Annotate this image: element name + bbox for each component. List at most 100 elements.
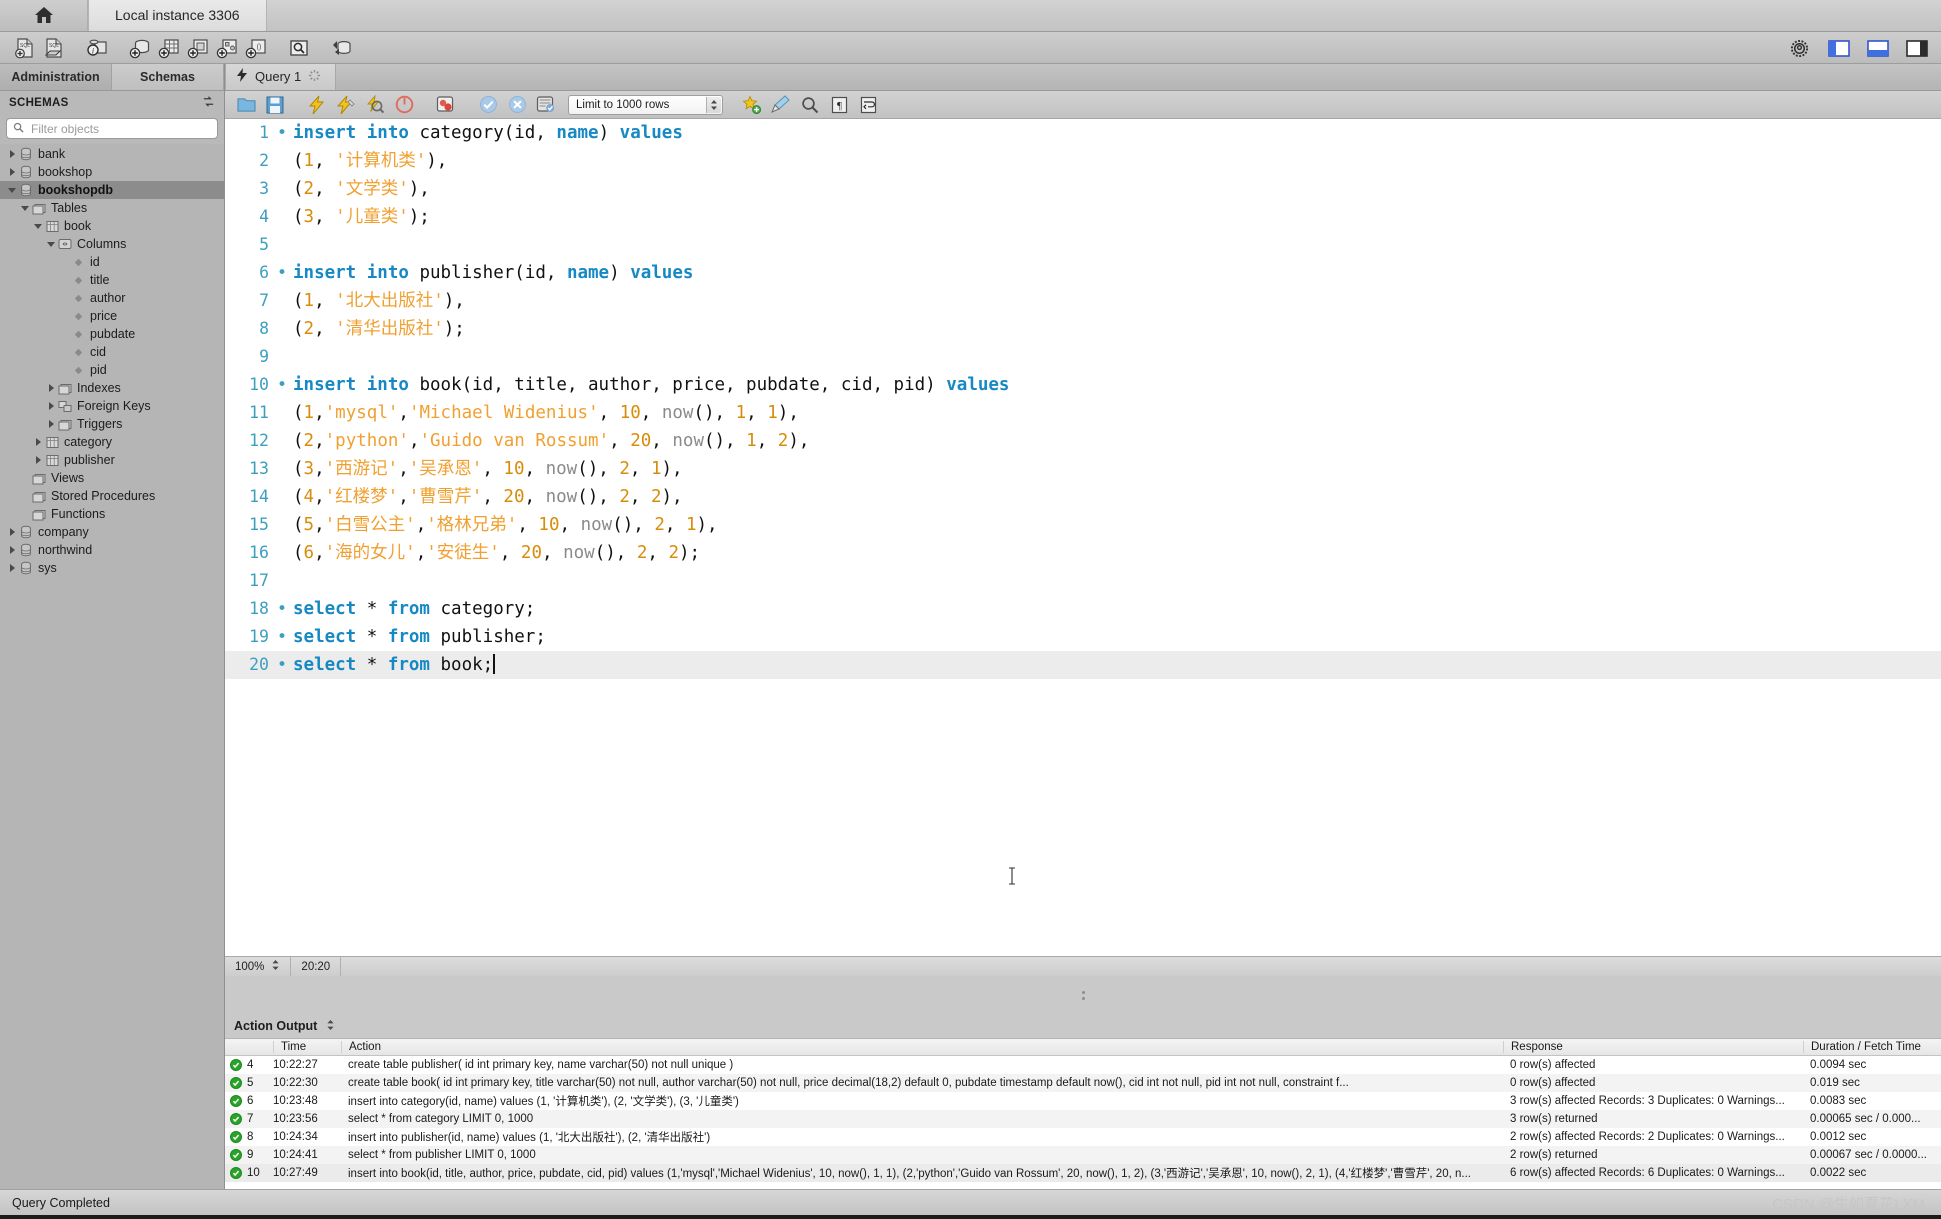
code-line[interactable]: 7 (1, '北大出版社'),	[225, 287, 1941, 315]
new-view-button[interactable]	[183, 34, 212, 62]
action-output-row[interactable]: 9 10:24:41 select * from publisher LIMIT 0…	[225, 1146, 1941, 1164]
tree-item-sys[interactable]: sys	[0, 559, 224, 577]
tree-item-id[interactable]: id	[0, 253, 224, 271]
code-line[interactable]: 4 (3, '儿童类');	[225, 203, 1941, 231]
code-line[interactable]: 15 (5,'白雪公主','格林兄弟', 10, now(), 2, 1),	[225, 511, 1941, 539]
tree-twisty[interactable]	[32, 438, 44, 446]
new-function-button[interactable]: ()	[241, 34, 270, 62]
tree-item-book[interactable]: book	[0, 217, 224, 235]
code-line[interactable]: 3 (2, '文学类'),	[225, 175, 1941, 203]
tree-item-northwind[interactable]: northwind	[0, 541, 224, 559]
execute-current-button[interactable]	[333, 93, 359, 117]
action-output-row[interactable]: 5 10:22:30 create table book( id int prima…	[225, 1074, 1941, 1092]
tree-twisty[interactable]	[6, 546, 18, 554]
code-line[interactable]: 8 (2, '清华出版社');	[225, 315, 1941, 343]
tree-twisty[interactable]	[19, 205, 31, 211]
code-line[interactable]: 2 (1, '计算机类'),	[225, 147, 1941, 175]
tree-item-publisher[interactable]: publisher	[0, 451, 224, 469]
tree-item-pubdate[interactable]: pubdate	[0, 325, 224, 343]
action-output-row[interactable]: 4 10:22:27 create table publisher( id int …	[225, 1056, 1941, 1074]
tree-item-company[interactable]: company	[0, 523, 224, 541]
code-line[interactable]: 14 (4,'红楼梦','曹雪芹', 20, now(), 2, 2),	[225, 483, 1941, 511]
action-output-grid[interactable]: Time Action Response Duration / Fetch Ti…	[225, 1038, 1941, 1189]
schema-tree[interactable]: bank bookshop bookshopdb Tables book Columns i…	[0, 144, 224, 1169]
tree-item-category[interactable]: category	[0, 433, 224, 451]
limit-rows-select[interactable]: Limit to 1000 rows	[568, 94, 723, 115]
open-script-button[interactable]	[233, 93, 259, 117]
filter-objects-input[interactable]	[29, 120, 211, 137]
tree-twisty[interactable]	[45, 384, 57, 392]
tree-twisty[interactable]	[6, 168, 18, 176]
tree-item-title[interactable]: title	[0, 271, 224, 289]
tree-twisty[interactable]	[6, 150, 18, 158]
code-line[interactable]: 20 • select * from book;	[225, 651, 1941, 679]
toggle-secondary-sidebar-button[interactable]	[1902, 34, 1931, 62]
limit-rows-stepper[interactable]	[706, 96, 721, 113]
new-procedure-button[interactable]	[212, 34, 241, 62]
beautify-query-button[interactable]	[768, 93, 794, 117]
instance-tab[interactable]: Local instance 3306	[88, 0, 267, 31]
tree-twisty[interactable]	[32, 456, 44, 464]
execute-all-button[interactable]	[304, 93, 330, 117]
code-line[interactable]: 9	[225, 343, 1941, 371]
statement-marker[interactable]: •	[271, 371, 293, 399]
code-line[interactable]: 5	[225, 231, 1941, 259]
autocommit-button[interactable]	[533, 93, 559, 117]
tree-twisty[interactable]	[6, 528, 18, 536]
code-line[interactable]: 16 (6,'海的女儿','安徒生', 20, now(), 2, 2);	[225, 539, 1941, 567]
code-line[interactable]: 13 (3,'西游记','吴承恩', 10, now(), 2, 1),	[225, 455, 1941, 483]
code-line[interactable]: 17	[225, 567, 1941, 595]
tree-item-views[interactable]: Views	[0, 469, 224, 487]
filter-objects-box[interactable]	[6, 118, 218, 139]
action-output-row[interactable]: 8 10:24:34 insert into publisher(id, name)…	[225, 1128, 1941, 1146]
snippets-button[interactable]	[739, 93, 765, 117]
tree-item-author[interactable]: author	[0, 289, 224, 307]
tab-administration[interactable]: Administration	[0, 64, 112, 90]
invisible-chars-button[interactable]: ¶	[826, 93, 852, 117]
code-line[interactable]: 10 • insert into book(id, title, author, p…	[225, 371, 1941, 399]
new-table-button[interactable]	[154, 34, 183, 62]
code-line[interactable]: 11 (1,'mysql','Michael Widenius', 10, now…	[225, 399, 1941, 427]
preferences-button[interactable]	[1785, 34, 1814, 62]
save-script-button[interactable]	[262, 93, 288, 117]
action-output-row[interactable]: 7 10:23:56 select * from category LIMIT 0,…	[225, 1110, 1941, 1128]
tree-item-stored-procedures[interactable]: Stored Procedures	[0, 487, 224, 505]
toggle-sidebar-button[interactable]	[1824, 34, 1853, 62]
new-schema-button[interactable]	[125, 34, 154, 62]
tree-item-pid[interactable]: pid	[0, 361, 224, 379]
statement-marker[interactable]: •	[271, 651, 293, 679]
zoom-control[interactable]: 100%	[225, 956, 292, 977]
code-line[interactable]: 19 • select * from publisher;	[225, 623, 1941, 651]
tree-item-indexes[interactable]: Indexes	[0, 379, 224, 397]
tree-twisty[interactable]	[32, 223, 44, 229]
code-line[interactable]: 12 (2,'python','Guido van Rossum', 20, no…	[225, 427, 1941, 455]
explain-button[interactable]	[362, 93, 388, 117]
code-line[interactable]: 1 • insert into category(id, name) values	[225, 119, 1941, 147]
refresh-icon[interactable]	[202, 95, 215, 111]
tree-item-triggers[interactable]: Triggers	[0, 415, 224, 433]
find-button[interactable]	[797, 93, 823, 117]
code-line[interactable]: 6 • insert into publisher(id, name) values	[225, 259, 1941, 287]
statement-marker[interactable]: •	[271, 595, 293, 623]
rollback-button[interactable]	[504, 93, 530, 117]
tab-schemas[interactable]: Schemas	[112, 64, 224, 90]
new-sql-tab-button[interactable]: SQL	[10, 34, 39, 62]
sql-editor[interactable]: 1 • insert into category(id, name) values 2…	[225, 119, 1941, 956]
commit-button[interactable]	[475, 93, 501, 117]
tree-item-price[interactable]: price	[0, 307, 224, 325]
statement-marker[interactable]: •	[271, 259, 293, 287]
server-inspector-button[interactable]: i	[82, 34, 111, 62]
statement-marker[interactable]: •	[271, 623, 293, 651]
toggle-output-button[interactable]	[1863, 34, 1892, 62]
code-line[interactable]: 18 • select * from category;	[225, 595, 1941, 623]
tree-item-foreign-keys[interactable]: Foreign Keys	[0, 397, 224, 415]
home-button[interactable]	[0, 0, 88, 31]
tree-twisty[interactable]	[45, 420, 57, 428]
tree-twisty[interactable]	[45, 241, 57, 247]
reconnect-server-button[interactable]	[327, 34, 356, 62]
action-output-select-icon[interactable]	[326, 1019, 335, 1034]
tab-query-1[interactable]: Query 1	[225, 63, 337, 90]
wrap-lines-button[interactable]	[855, 93, 881, 117]
tree-twisty[interactable]	[6, 564, 18, 572]
action-output-row[interactable]: 6 10:23:48 insert into category(id, name) …	[225, 1092, 1941, 1110]
